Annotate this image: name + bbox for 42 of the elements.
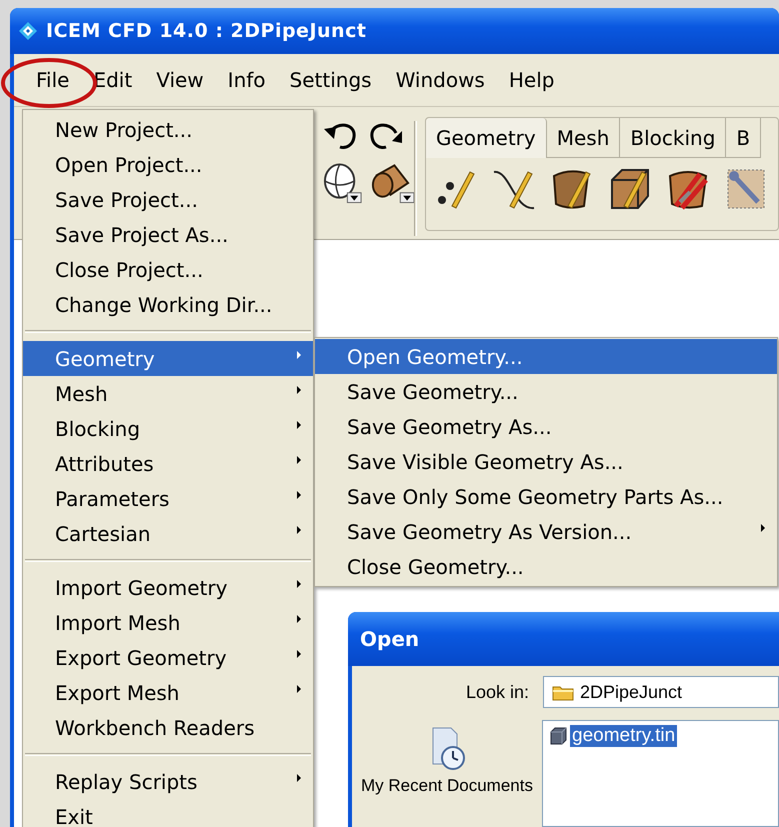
- menu-item[interactable]: Replay Scripts: [23, 764, 313, 799]
- menu-item[interactable]: Save Geometry As...: [315, 409, 777, 444]
- menu-item[interactable]: Open Geometry...: [315, 339, 777, 374]
- menu-item[interactable]: Open Project...: [23, 147, 313, 182]
- menu-item[interactable]: Save Only Some Geometry Parts As...: [315, 479, 777, 514]
- menu-item[interactable]: Geometry: [23, 341, 313, 376]
- toolbar-tab[interactable]: Geometry: [426, 118, 547, 158]
- menu-item[interactable]: Save Geometry...: [315, 374, 777, 409]
- menu-item[interactable]: Cartesian: [23, 516, 313, 551]
- toolbar-tab[interactable]: Mesh: [546, 118, 620, 158]
- menu-item[interactable]: Exit: [23, 799, 313, 827]
- menu-item[interactable]: Export Mesh: [23, 675, 313, 710]
- file-entry[interactable]: geometry.tin: [570, 725, 678, 747]
- menu-item[interactable]: Import Geometry: [23, 570, 313, 605]
- menu-item[interactable]: Change Working Dir...: [23, 287, 313, 322]
- menu-item[interactable]: Save Visible Geometry As...: [315, 444, 777, 479]
- menu-item[interactable]: Save Project...: [23, 182, 313, 217]
- look-in-label: Look in:: [464, 682, 530, 702]
- place-link[interactable]: My Recent Documents: [361, 774, 533, 797]
- menu-item[interactable]: Mesh: [23, 376, 313, 411]
- menu-item[interactable]: Parameters: [23, 481, 313, 516]
- menu-item[interactable]: Close Geometry...: [315, 549, 777, 584]
- menu-item[interactable]: Attributes: [23, 446, 313, 481]
- menu-item[interactable]: View: [144, 68, 216, 92]
- menu-item[interactable]: Save Geometry As Version...: [315, 514, 777, 549]
- menu-item[interactable]: Save Project As...: [23, 217, 313, 252]
- menu-item[interactable]: New Project...: [23, 112, 313, 147]
- menu-item[interactable]: Export Geometry: [23, 640, 313, 675]
- menu-item[interactable]: Edit: [81, 68, 144, 92]
- menu-item[interactable]: Workbench Readers: [23, 710, 313, 745]
- menu-item[interactable]: Close Project...: [23, 252, 313, 287]
- dialog-title: Open: [360, 627, 420, 651]
- menu-item[interactable]: Import Mesh: [23, 605, 313, 640]
- menu-item[interactable]: Blocking: [23, 411, 313, 446]
- window-title: ICEM CFD 14.0 : 2DPipeJunct: [46, 20, 366, 42]
- toolbar-tab[interactable]: B: [726, 118, 762, 158]
- menu-item[interactable]: Settings: [278, 68, 384, 92]
- toolbar-tab[interactable]: Blocking: [620, 118, 726, 158]
- menu-item[interactable]: Help: [496, 68, 566, 92]
- menu-item[interactable]: Info: [216, 68, 278, 92]
- look-in-dropdown[interactable]: 2DPipeJunct: [543, 676, 779, 708]
- menu-item[interactable]: Windows: [384, 68, 497, 92]
